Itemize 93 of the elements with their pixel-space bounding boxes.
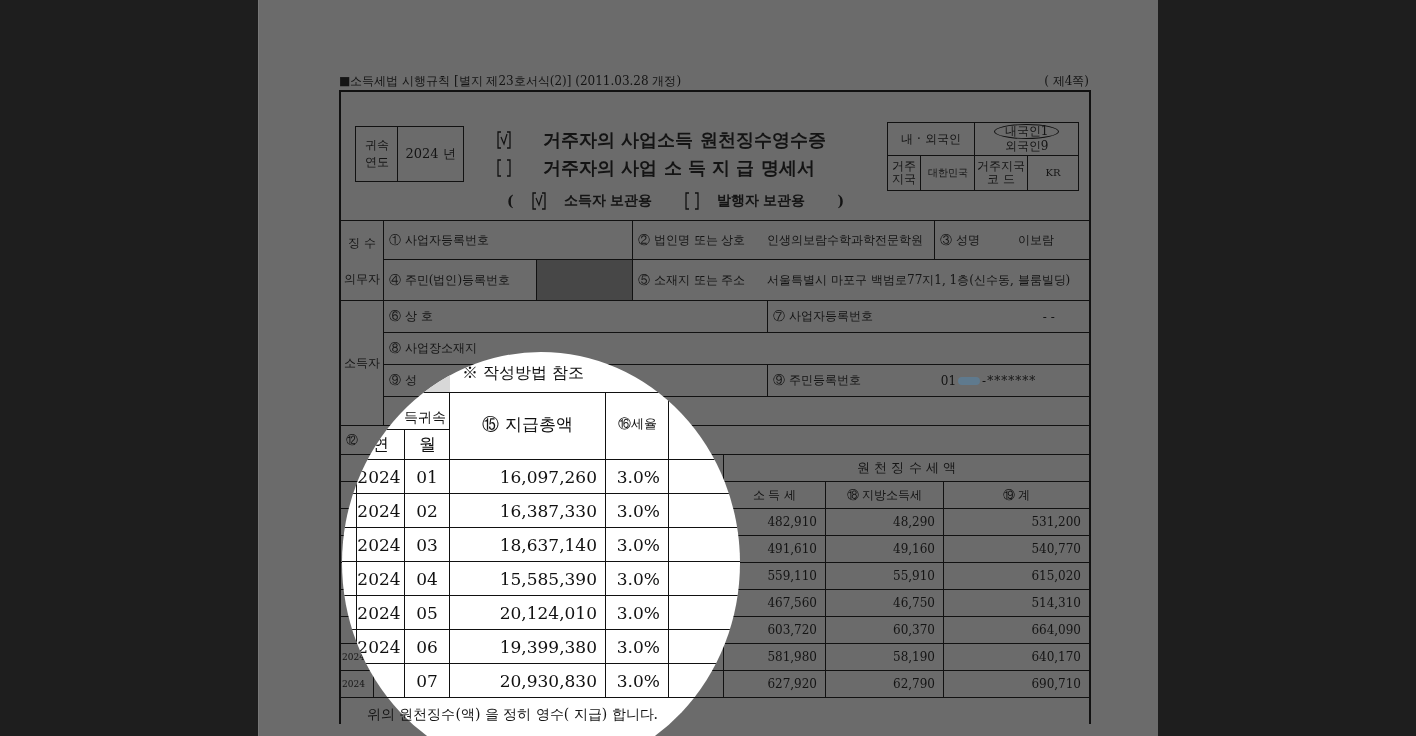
table-cell: 20,124,010 xyxy=(499,602,597,623)
table-cell: 05 xyxy=(416,602,438,623)
field-value: 대한민국 xyxy=(921,156,975,190)
field-label: 거주 지국 xyxy=(888,156,921,190)
table-cell: 581,980 xyxy=(767,650,817,664)
field-value: 2024 년 xyxy=(404,145,457,163)
table-cell: 16,097,260 xyxy=(499,466,597,487)
table-cell: 664,090 xyxy=(1031,623,1081,637)
table-cell: 01 xyxy=(416,466,438,487)
table-cell: 19,399,380 xyxy=(499,636,597,657)
table-cell: 3.0% xyxy=(616,670,660,691)
note-text: ※ 작성방법 참조 xyxy=(462,363,585,384)
field-label: ⑫ xyxy=(346,431,358,449)
column-header: 원 천 징 수 세 액 xyxy=(857,459,956,477)
field-label: ① 사업자등록번호 xyxy=(389,231,489,249)
field-label: 귀속 연도 xyxy=(356,127,398,181)
table-cell: 540,770 xyxy=(1031,542,1081,556)
table-cell: 3.0% xyxy=(616,466,660,487)
table-cell: 559,110 xyxy=(767,569,817,583)
table-cell: 514,310 xyxy=(1031,596,1081,610)
table-cell: 04 xyxy=(416,568,438,589)
table-cell: 55,910 xyxy=(893,569,935,583)
table-cell: 491,610 xyxy=(767,542,817,556)
option-label: 발행자 보관용 xyxy=(716,192,806,210)
form-title: 거주자의 사업소득 원천징수영수증 xyxy=(543,128,826,152)
statement-text: 위의 원천징수(액) 을 정히 영수( 지급) 합니다. xyxy=(367,706,658,724)
field-value: - - xyxy=(1042,309,1055,324)
option-label: 소득자 보관용 xyxy=(563,192,653,210)
column-header: ⑮ 지급총액 xyxy=(482,413,573,436)
table-cell: 07 xyxy=(416,670,438,691)
table-cell: 2024 xyxy=(357,602,401,623)
section-label: 징 수 의무자 xyxy=(343,234,381,288)
field-value: -******* xyxy=(982,373,1037,388)
field-value: 인생의보람수학과학전문학원 xyxy=(767,231,924,249)
table-cell: 20,930,830 xyxy=(499,670,597,691)
table-cell: 06 xyxy=(416,636,438,657)
table-cell: 2024 xyxy=(357,466,401,487)
table-cell: 58,190 xyxy=(893,650,935,664)
field-label: ⑧ 사업장소재지 xyxy=(389,340,477,357)
field-label: 거주지국 코 드 xyxy=(975,156,1028,190)
table-cell: 627,920 xyxy=(767,677,817,691)
field-label: ⑥ 상 호 xyxy=(389,308,433,325)
form-title: 거주자의 사업 소 득 지 급 명세서 xyxy=(543,156,815,180)
field-label: ⑦ 사업자등록번호 xyxy=(773,308,873,325)
column-header: 월 xyxy=(418,433,436,456)
table-cell: 3.0% xyxy=(616,500,660,521)
section-label: 소득자 xyxy=(343,354,381,372)
table-cell: 02 xyxy=(416,500,438,521)
table-cell: 2024 xyxy=(357,568,401,589)
column-header: ⑱ 지방소득세 xyxy=(846,486,923,504)
form-reference: ■소득세법 시행규칙 [별지 제23호서식(2)] (2011.03.28 개정) xyxy=(339,73,682,90)
column-header: ⑯세율 xyxy=(617,415,657,433)
table-cell: 48,290 xyxy=(893,515,935,529)
field-label: ⑨ 성 xyxy=(389,372,417,389)
table-cell: 18,637,140 xyxy=(499,534,597,555)
table-cell: 3.0% xyxy=(616,534,660,555)
residency-option: 외국인9 xyxy=(993,139,1060,155)
table-cell: 615,020 xyxy=(1031,569,1081,583)
field-value: 이보람 xyxy=(1017,231,1054,249)
field-label: ③ 성명 xyxy=(940,231,980,249)
table-cell: 15,585,390 xyxy=(499,568,597,589)
table-cell: 16,387,330 xyxy=(499,500,597,521)
field-value: 01 xyxy=(940,373,957,388)
table-cell: 03 xyxy=(416,534,438,555)
table-cell: 2024 xyxy=(357,500,401,521)
field-value: 서울특별시 마포구 백범로77지1, 1층(신수동, 블룸빌딩) xyxy=(767,271,1071,289)
field-label: ⑤ 소재지 또는 주소 xyxy=(638,271,746,289)
table-cell: 3.0% xyxy=(616,568,660,589)
table-cell: 482,910 xyxy=(767,515,817,529)
table-cell: 49,160 xyxy=(893,542,935,556)
column-header: ⑲ 계 xyxy=(1002,486,1031,504)
table-cell: 3.0% xyxy=(616,602,660,623)
field-value: KR xyxy=(1044,165,1062,180)
column-header: 소 득 세 xyxy=(752,486,797,504)
table-cell: 62,790 xyxy=(893,677,935,691)
table-cell: 3.0% xyxy=(616,636,660,657)
table-cell: 2024 xyxy=(341,679,365,689)
table-cell: 603,720 xyxy=(767,623,817,637)
table-cell: 640,170 xyxy=(1031,650,1081,664)
table-cell: 531,200 xyxy=(1031,515,1081,529)
parenthesis: ) xyxy=(837,193,844,209)
field-label: ② 법인명 또는 상호 xyxy=(638,231,746,249)
table-cell: 46,750 xyxy=(893,596,935,610)
column-header: 득귀속 xyxy=(404,409,446,427)
field-label: 내 · 외국인 xyxy=(888,123,975,155)
page-number: ( 제4쪽) xyxy=(1044,73,1089,90)
table-cell: 60,370 xyxy=(893,623,935,637)
parenthesis: ( xyxy=(507,193,514,209)
table-cell: 2024 xyxy=(357,534,401,555)
table-cell: 690,710 xyxy=(1031,677,1081,691)
field-label: ⑨ 주민등록번호 xyxy=(773,372,861,389)
field-label: ④ 주민(법인)등록번호 xyxy=(389,271,511,289)
table-cell: 467,560 xyxy=(767,596,817,610)
